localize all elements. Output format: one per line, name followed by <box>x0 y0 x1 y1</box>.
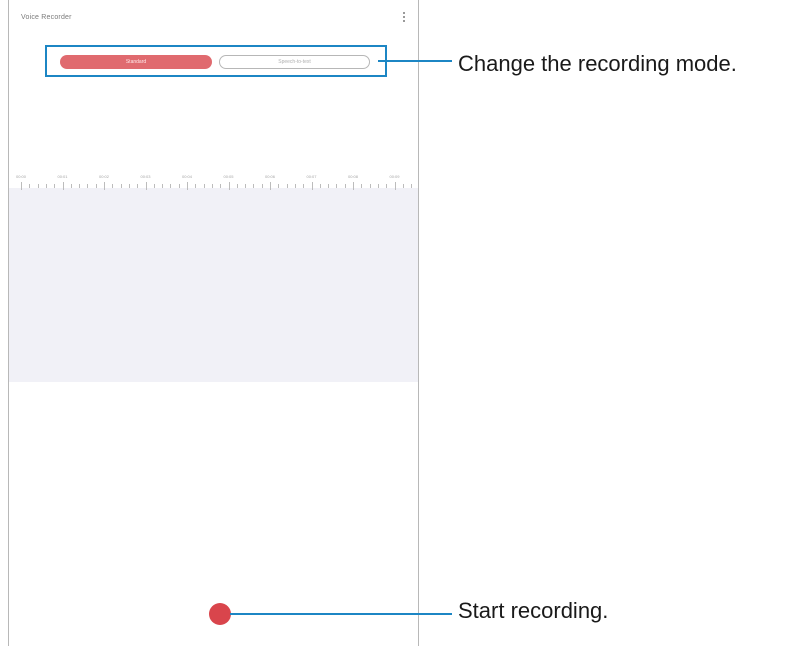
timeline-tick <box>295 184 296 188</box>
timeline-tick-label: 00:03 <box>140 174 151 179</box>
timeline-tick-label: 00:00 <box>15 174 27 179</box>
timeline-tick <box>195 184 196 188</box>
timeline-tick <box>54 184 55 188</box>
timeline-tick <box>179 184 180 188</box>
more-options-icon[interactable] <box>402 12 406 24</box>
time-ruler: 00:00 00:01 00:02 00:03 00:04 00:05 00:06 00:07… <box>9 174 418 200</box>
timeline-tick <box>353 182 354 190</box>
timeline-tick <box>312 182 313 190</box>
timeline-tick <box>229 182 230 190</box>
timeline-tick <box>278 184 279 188</box>
timeline-tick-label: 00:08 <box>347 174 359 179</box>
timeline-tick <box>87 184 88 188</box>
timeline-tick <box>262 184 263 188</box>
timeline-tick <box>386 184 387 188</box>
timeline-tick <box>63 182 64 190</box>
timeline-tick <box>403 184 404 188</box>
timeline-tick <box>38 184 39 188</box>
timeline-tick <box>146 182 147 190</box>
timeline-tick <box>245 184 246 188</box>
mode-callout-line <box>378 60 452 62</box>
timeline-tick <box>220 184 221 188</box>
timeline-tick <box>162 184 163 188</box>
timeline-tick <box>170 184 171 188</box>
timeline-tick-label: 00:06 <box>264 174 276 179</box>
timeline-tick <box>21 182 22 190</box>
timeline-tick <box>237 184 238 188</box>
timeline-tick <box>154 184 155 188</box>
timeline-tick <box>411 184 412 188</box>
timeline-tick-label: 00:09 <box>389 174 400 179</box>
timeline-tick <box>71 184 72 188</box>
tab-speech-to-text[interactable]: Speech-to-text <box>219 55 370 69</box>
app-title: Voice Recorder <box>21 14 72 21</box>
timeline-tick <box>121 184 122 188</box>
callout-change-mode: Change the recording mode. <box>458 51 737 76</box>
record-button[interactable] <box>209 603 231 625</box>
timeline-tick <box>303 184 304 188</box>
tab-standard[interactable]: Standard <box>60 55 212 69</box>
timeline-tick <box>287 184 288 188</box>
timeline-tick <box>336 184 337 188</box>
timeline-tick <box>79 184 80 188</box>
timeline-tick-label: 00:05 <box>223 174 234 179</box>
timeline-tick <box>378 184 379 188</box>
callout-start-recording: Start recording. <box>458 598 609 623</box>
timeline-tick <box>395 182 396 190</box>
timeline-tick <box>212 184 213 188</box>
timeline-tick <box>129 184 130 188</box>
timeline-tick-label: 00:07 <box>306 174 317 179</box>
timeline-tick <box>137 184 138 188</box>
timeline-tick-label: 00:04 <box>181 174 193 179</box>
timeline-tick <box>361 184 362 188</box>
timeline-tick-label: 00:02 <box>98 174 110 179</box>
timeline-tick <box>270 182 271 190</box>
timeline-tick <box>320 184 321 188</box>
timeline-tick <box>46 184 47 188</box>
phone-screen: Voice Recorder Standard Speech-to-text 0… <box>8 0 419 646</box>
waveform-timeline: 00:00 00:01 00:02 00:03 00:04 00:05 00:06 00:07… <box>9 170 418 382</box>
record-callout-line <box>230 613 452 615</box>
timeline-tick <box>328 184 329 188</box>
timeline-tick <box>96 184 97 188</box>
timeline-tick <box>29 184 30 188</box>
timeline-tick <box>187 182 188 190</box>
timeline-tick <box>253 184 254 188</box>
timeline-tick <box>104 182 105 190</box>
timeline-tick <box>204 184 205 188</box>
timeline-tick <box>370 184 371 188</box>
timeline-tick <box>345 184 346 188</box>
timeline-tick <box>112 184 113 188</box>
timeline-tick-label: 00:01 <box>57 174 68 179</box>
